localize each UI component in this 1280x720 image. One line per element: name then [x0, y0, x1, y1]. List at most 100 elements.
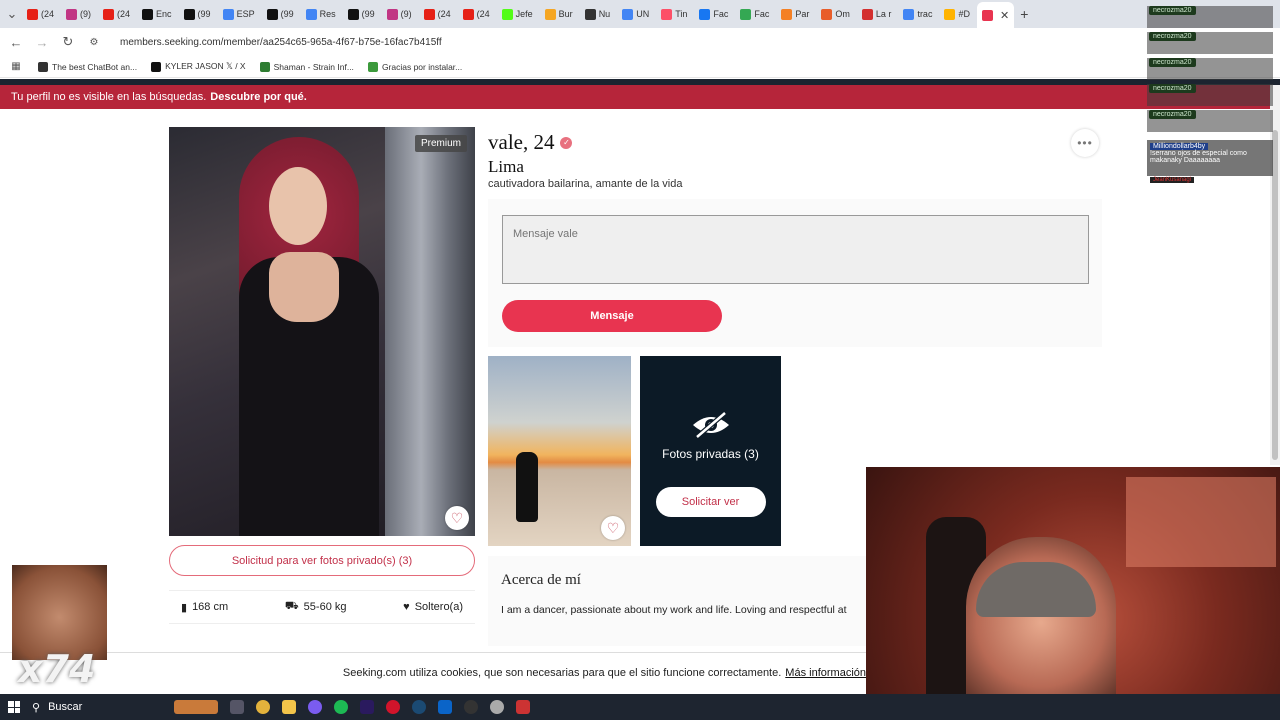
- browser-tab[interactable]: ESP: [218, 3, 260, 25]
- about-card: [488, 556, 868, 646]
- browser-tab[interactable]: trac: [898, 3, 937, 25]
- tab-label: Res: [319, 9, 336, 19]
- chrome-icon[interactable]: [256, 700, 270, 714]
- tab-label: (99: [197, 9, 211, 19]
- taskbar-search-label: Buscar: [48, 701, 83, 713]
- browser-tab[interactable]: Res: [301, 3, 341, 25]
- chat-username: necrozma20: [1149, 6, 1196, 15]
- obs-icon[interactable]: [464, 700, 478, 714]
- profile-photo-thumbnail[interactable]: ♡: [488, 356, 631, 546]
- windows-start-icon[interactable]: [8, 701, 20, 713]
- tab-close-icon[interactable]: ✕: [1000, 9, 1009, 22]
- new-tab-icon[interactable]: +: [1016, 6, 1032, 22]
- premiere-icon[interactable]: [360, 700, 374, 714]
- browser-tab[interactable]: UN: [617, 3, 654, 25]
- browser-tab[interactable]: Bur: [540, 3, 578, 25]
- tab-favicon-icon: [903, 8, 915, 20]
- tab-label: Enc: [156, 9, 172, 19]
- tab-label: Par: [795, 9, 810, 19]
- browser-tab[interactable]: (24: [22, 3, 59, 25]
- spotify-icon[interactable]: [334, 700, 348, 714]
- private-photos-card: Fotos privadas (3) Solicitar ver: [640, 356, 781, 546]
- chat-username-3: JeanKusanagi: [1150, 177, 1195, 183]
- browser-tab[interactable]: La r: [857, 3, 897, 25]
- send-message-button[interactable]: Mensaje: [502, 300, 722, 332]
- chat-line: necrozma20: [1147, 6, 1273, 28]
- browser-tab[interactable]: Om: [816, 3, 855, 25]
- tab-label: (24: [437, 9, 451, 19]
- bookmark-item[interactable]: Gracias por instalar...: [367, 61, 462, 72]
- cookie-banner: Seeking.com utiliza cookies, que son nec…: [0, 652, 866, 692]
- bookmark-favicon-icon: [367, 61, 378, 72]
- tab-active-seeking[interactable]: ✕: [976, 2, 1015, 28]
- browser-tab[interactable]: (9): [382, 3, 417, 25]
- browser-tab[interactable]: (99: [179, 3, 216, 25]
- tab-favicon-icon: [66, 8, 78, 20]
- browser-tab[interactable]: (24: [458, 3, 495, 25]
- tab-favicon-icon: [781, 8, 793, 20]
- tab-favicon-icon: [386, 8, 398, 20]
- steam-icon[interactable]: [412, 700, 426, 714]
- chat-line: necrozma20: [1147, 110, 1273, 132]
- alert-link[interactable]: Descubre por qué.: [210, 91, 307, 103]
- request-private-photos-button[interactable]: Solicitud para ver fotos privado(s) (3): [169, 545, 475, 576]
- tab-favicon-icon: [423, 8, 435, 20]
- file-explorer-icon[interactable]: [282, 700, 296, 714]
- alert-text: Tu perfil no es visible en las búsquedas…: [11, 91, 207, 103]
- back-arrow-icon[interactable]: ←: [8, 35, 24, 50]
- favorite-heart-icon[interactable]: ♡: [445, 506, 469, 530]
- bookmark-item[interactable]: The best ChatBot an...: [38, 61, 137, 72]
- app-icon-2[interactable]: [516, 700, 530, 714]
- reload-icon[interactable]: ↻: [60, 34, 76, 50]
- profile-name-row: vale, 24 ✓: [488, 130, 573, 155]
- browser-tab[interactable]: (24: [419, 3, 456, 25]
- tab-label: (9): [80, 9, 92, 19]
- squirrel-widget-icon[interactable]: [174, 700, 218, 714]
- tab-favicon-icon: [347, 8, 359, 20]
- site-info-icon[interactable]: ⚙: [86, 37, 102, 48]
- apps-grid-icon[interactable]: ▦: [8, 61, 24, 72]
- bookmark-label: The best ChatBot an...: [52, 61, 138, 72]
- tab-favicon-icon: [266, 8, 278, 20]
- browser-tab[interactable]: Jefe: [497, 3, 538, 25]
- browser-tab[interactable]: (99: [262, 3, 299, 25]
- weight-icon: ⛟: [284, 600, 299, 612]
- browser-tab[interactable]: Fac: [735, 3, 774, 25]
- visibility-alert-banner: Tu perfil no es visible en las búsquedas…: [0, 85, 1280, 109]
- url-field[interactable]: members.seeking.com/member/aa254c65-965a…: [120, 37, 442, 48]
- taskbar-search[interactable]: ⚲ Buscar: [32, 701, 162, 714]
- browser-tab[interactable]: Enc: [137, 3, 177, 25]
- verified-badge-icon: ✓: [560, 136, 573, 149]
- browser-tab[interactable]: (24: [98, 3, 135, 25]
- tab-label: (24: [117, 9, 131, 19]
- browser-tab[interactable]: (99: [343, 3, 380, 25]
- request-view-button[interactable]: Solicitar ver: [655, 487, 766, 517]
- more-options-icon[interactable]: •••: [1071, 129, 1099, 157]
- outlook-icon[interactable]: [438, 700, 452, 714]
- task-view-icon[interactable]: [230, 700, 244, 714]
- browser-tab[interactable]: Par: [776, 3, 814, 25]
- favorite-heart-icon[interactable]: ♡: [601, 516, 625, 540]
- browser-tab[interactable]: Tin: [656, 3, 692, 25]
- browser-tab[interactable]: Nu: [580, 3, 616, 25]
- main-profile-photo[interactable]: Premium ♡: [169, 127, 475, 536]
- bookmark-favicon-icon: [151, 61, 162, 72]
- cookie-more-info-link[interactable]: Más información: [785, 667, 866, 679]
- heart-icon: ♥: [403, 601, 410, 613]
- search-icon: ⚲: [32, 701, 41, 714]
- browser-tab[interactable]: Fac: [694, 3, 733, 25]
- app-icon[interactable]: [490, 700, 504, 714]
- chat-username: necrozma20: [1149, 84, 1196, 93]
- opera-icon[interactable]: [386, 700, 400, 714]
- forward-arrow-icon[interactable]: →: [34, 35, 50, 50]
- photo-background: [385, 127, 475, 536]
- message-input[interactable]: [502, 215, 1089, 284]
- tab-label: Bur: [558, 9, 573, 19]
- browser-tab[interactable]: (9): [61, 3, 96, 25]
- browser-tab[interactable]: #D: [939, 3, 975, 25]
- bookmark-item[interactable]: KYLER JASON 𝕏 / X: [151, 61, 246, 72]
- messenger-icon[interactable]: [308, 700, 322, 714]
- bookmark-item[interactable]: Shaman - Strain Inf...: [259, 61, 354, 72]
- tab-search-chevron-icon[interactable]: ⌄: [4, 6, 20, 22]
- tab-favicon-icon: [861, 8, 873, 20]
